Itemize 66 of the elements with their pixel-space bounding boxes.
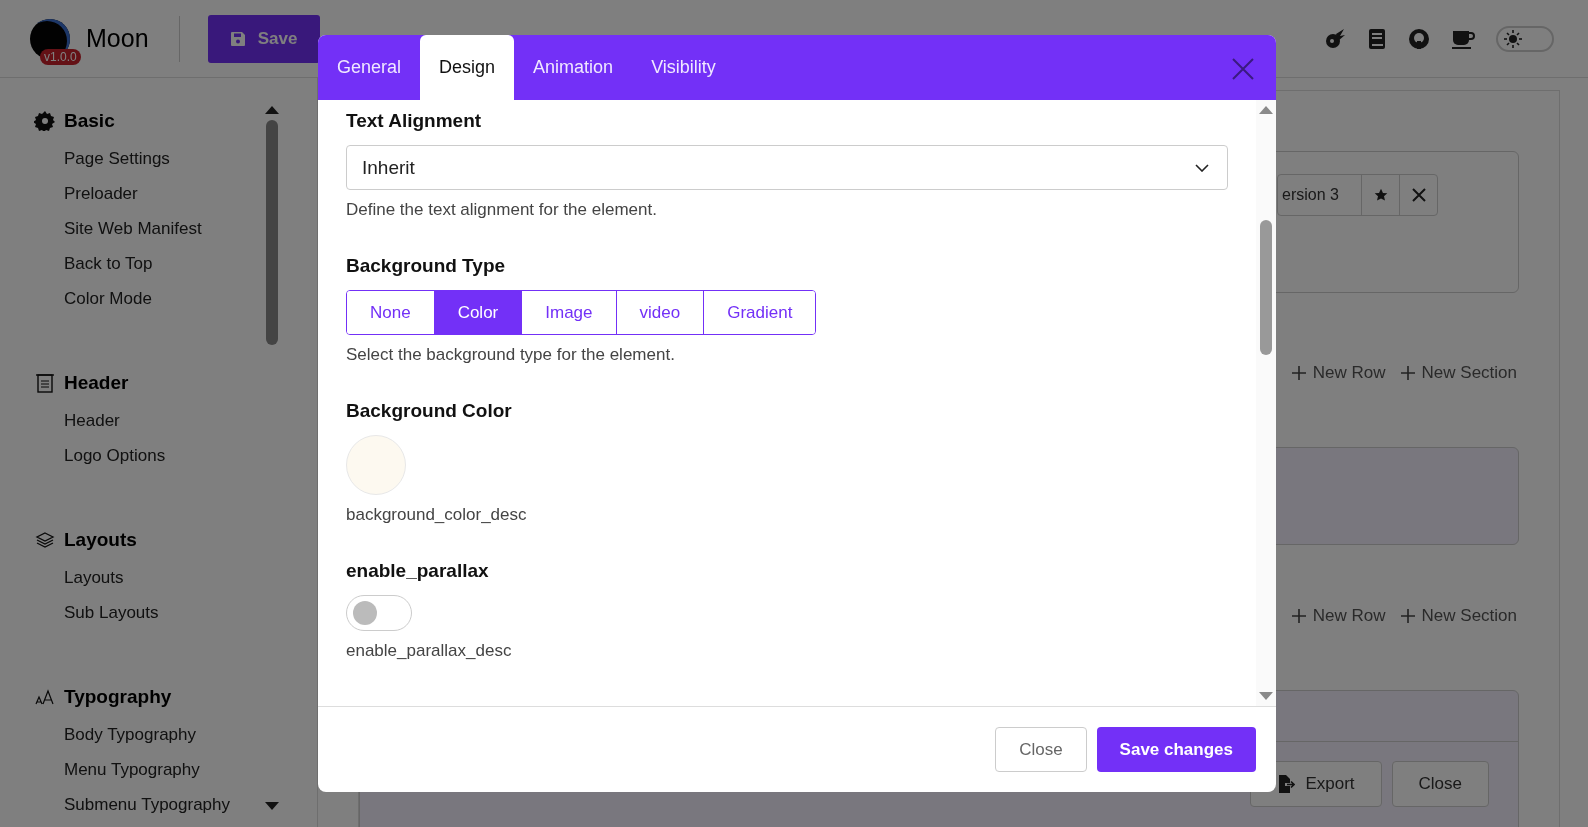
layers-icon xyxy=(34,530,56,550)
scroll-down-icon xyxy=(265,802,279,810)
field-description: Define the text alignment for the element. xyxy=(346,199,658,221)
version-badge: v1.0.0 xyxy=(40,48,81,65)
field-description: Select the background type for the element. xyxy=(346,344,676,366)
scroll-up-icon xyxy=(1259,106,1273,114)
field-description: enable_parallax_desc xyxy=(346,640,513,662)
tab[interactable]: Visibility xyxy=(632,35,735,100)
save-changes-button[interactable]: Save changes xyxy=(1096,727,1256,772)
option-button[interactable]: Gradient xyxy=(703,291,816,334)
save-button[interactable]: Save xyxy=(207,14,320,63)
sidebar-item[interactable]: Body Typography xyxy=(34,717,261,752)
scrollbar-thumb[interactable] xyxy=(266,120,278,345)
star-icon xyxy=(1373,188,1388,202)
tab[interactable]: Animation xyxy=(514,35,633,100)
font-size-icon xyxy=(34,687,56,707)
comet-icon xyxy=(1324,27,1346,50)
sidebar-item[interactable]: Back to Top xyxy=(34,246,261,281)
section-title: Header xyxy=(64,372,129,394)
field-label: Background Type xyxy=(346,254,507,278)
field-description: background_color_desc xyxy=(346,504,528,526)
section-title: Basic xyxy=(64,110,115,132)
field-label: enable_parallax xyxy=(346,559,490,583)
plus-icon xyxy=(1290,365,1307,381)
tab[interactable]: Design xyxy=(420,35,515,100)
scroll-up-icon xyxy=(265,106,279,114)
sidebar-item[interactable]: Submenu Typography xyxy=(34,787,261,822)
sidebar-item[interactable]: Preloader xyxy=(34,176,261,211)
section-title: Typography xyxy=(64,686,172,708)
option-button[interactable]: Color xyxy=(433,291,522,334)
new-row-button[interactable]: New Row xyxy=(1290,361,1386,385)
plus-icon xyxy=(1399,365,1416,381)
sidebar-item[interactable]: Menu Typography xyxy=(34,752,261,787)
sidebar-item[interactable]: Logo Options xyxy=(34,438,261,473)
new-row-button[interactable]: New Row xyxy=(1290,604,1386,628)
chevron-down-icon xyxy=(1195,163,1209,172)
new-section-button[interactable]: New Section xyxy=(1399,604,1517,628)
plus-icon xyxy=(1290,608,1307,624)
close-icon xyxy=(1411,188,1426,202)
sidebar-item[interactable]: Layouts xyxy=(34,560,261,595)
field-label: Background Color xyxy=(346,399,513,423)
sidebar-item[interactable]: Page Settings xyxy=(34,141,261,176)
plus-icon xyxy=(1399,608,1416,624)
sidebar-item[interactable]: Sub Layouts xyxy=(34,595,261,630)
sidebar-item[interactable]: Header xyxy=(34,403,261,438)
document-icon xyxy=(34,373,56,393)
new-section-button[interactable]: New Section xyxy=(1399,361,1517,385)
sun-icon xyxy=(1504,29,1522,48)
theme-toggle[interactable] xyxy=(1496,25,1554,52)
close-button[interactable]: Close xyxy=(1391,761,1489,807)
select-field[interactable]: Inherit xyxy=(346,145,1228,190)
sidebar-item[interactable]: Color Mode xyxy=(34,281,261,316)
close-button[interactable]: Close xyxy=(995,727,1087,772)
scroll-down-icon xyxy=(1259,692,1273,700)
gear-icon xyxy=(34,111,56,131)
sidebar-item[interactable]: Site Web Manifest xyxy=(34,211,261,246)
file-export-icon xyxy=(1277,775,1296,793)
close-icon xyxy=(1232,58,1254,80)
tab[interactable]: General xyxy=(318,35,421,100)
scrollbar-thumb[interactable] xyxy=(1260,220,1272,355)
app-name: Moon xyxy=(86,24,149,53)
section-title: Layouts xyxy=(64,529,137,551)
toggle-switch[interactable] xyxy=(346,595,412,631)
book-icon xyxy=(1367,27,1387,50)
field-label: Text Alignment xyxy=(346,109,483,133)
close-button[interactable] xyxy=(1232,58,1254,80)
